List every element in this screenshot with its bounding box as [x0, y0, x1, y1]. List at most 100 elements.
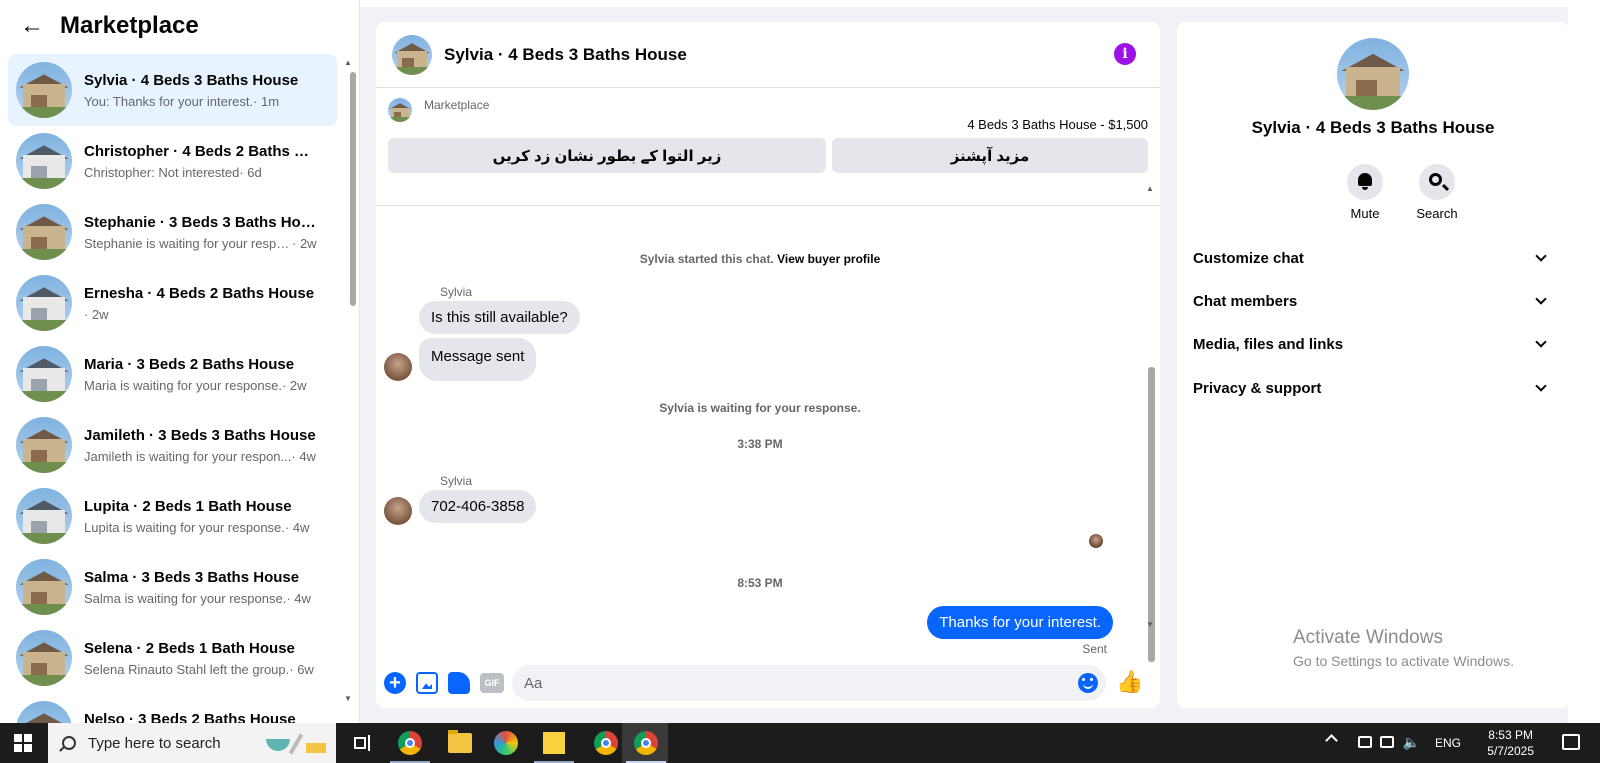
conversation-preview: You: Thanks for your interest.	[84, 93, 254, 109]
conversation-time: · 2w	[84, 306, 109, 322]
activation-watermark: Activate Windows Go to Settings to activ…	[1293, 627, 1514, 669]
chat-scroll-up-arrow[interactable]: ▲	[1146, 184, 1154, 193]
conversation-item[interactable]: Lupita · 2 Beds 1 Bath House Lupita is wa…	[8, 480, 337, 552]
message-bubble[interactable]: Is this still available?	[419, 301, 580, 334]
section-label: Privacy & support	[1193, 379, 1322, 397]
gif-icon[interactable]: GIF	[480, 673, 504, 693]
search-button[interactable]: Search	[1407, 164, 1467, 221]
conversation-preview: Maria is waiting for your response.	[84, 377, 282, 393]
section-chat-members[interactable]: Chat members	[1193, 281, 1553, 321]
chrome-icon[interactable]	[398, 731, 422, 755]
section-privacy-support[interactable]: Privacy & support	[1193, 368, 1553, 408]
photo-icon[interactable]	[416, 672, 438, 694]
sticker-icon[interactable]	[448, 672, 470, 694]
conversation-title: Salma · 3 Beds 3 Baths House	[84, 568, 300, 586]
message-composer: + GIF 👍	[376, 664, 1160, 708]
chrome-profile-icon[interactable]	[634, 731, 658, 755]
conversation-item[interactable]: Maria · 3 Beds 2 Baths House Maria is wai…	[8, 338, 337, 410]
conversation-time: · 2w	[292, 235, 317, 251]
message-bubble[interactable]: 702-406-3858	[419, 490, 537, 523]
chat-avatar[interactable]	[392, 34, 432, 75]
thumbs-up-icon[interactable]: 👍	[1116, 669, 1143, 695]
task-view-icon[interactable]	[348, 729, 380, 757]
conversation-preview: Stephanie is waiting for your respo...	[84, 235, 292, 251]
section-customize-chat[interactable]: Customize chat	[1193, 238, 1553, 278]
message-bubble[interactable]: Message sent	[419, 338, 537, 381]
conversation-preview: Jamileth is waiting for your respon...	[84, 448, 292, 464]
section-media-files-links[interactable]: Media, files and links	[1193, 324, 1553, 364]
chat-scrollbar-thumb[interactable]	[1148, 367, 1155, 662]
conversation-preview: Christopher: Not interested	[84, 164, 240, 180]
windows-start-icon[interactable]	[14, 734, 32, 752]
scrollbar-thumb[interactable]	[350, 72, 356, 306]
mute-button[interactable]: Mute	[1335, 164, 1395, 221]
conversation-item[interactable]: Stephanie · 3 Beds 3 Baths House Stephani…	[8, 196, 337, 268]
taskbar-search[interactable]: Type here to search	[48, 723, 336, 763]
sender-avatar[interactable]	[384, 497, 412, 525]
file-explorer-icon[interactable]	[448, 730, 472, 753]
emoji-icon[interactable]	[1078, 673, 1098, 693]
message-input[interactable]	[512, 665, 1106, 701]
sticky-notes-icon[interactable]	[543, 732, 565, 754]
language-indicator[interactable]: ENG	[1435, 736, 1461, 750]
marketplace-banner: Marketplace 4 Beds 3 Baths House - $1,50…	[376, 88, 1160, 206]
conversation-avatar	[16, 417, 72, 473]
more-options-button[interactable]: مزید آپشنز	[832, 138, 1148, 173]
conversation-item[interactable]: Selena · 2 Beds 1 Bath House Selena Rinau…	[8, 622, 337, 694]
paint-icon[interactable]	[494, 731, 518, 755]
left-header: ← Marketplace	[0, 0, 359, 52]
volume-icon[interactable]: 🔈	[1403, 734, 1420, 751]
network-icon[interactable]	[1380, 736, 1394, 748]
chevron-up-icon[interactable]	[1325, 734, 1338, 747]
listing-thumbnail[interactable]	[388, 98, 412, 122]
chrome-icon[interactable]	[594, 731, 618, 755]
conversation-item[interactable]: Christopher · 4 Beds 2 Baths House Christ…	[8, 125, 337, 197]
chat-panel: Sylvia · 4 Beds 3 Baths House i Marketpl…	[376, 22, 1160, 708]
conversation-time: · 2w	[281, 377, 307, 393]
top-strip	[360, 0, 1600, 7]
conversation-time: · 4w	[291, 448, 316, 464]
message-thread: Sylvia started this chat. View buyer pro…	[376, 206, 1160, 664]
conversation-item[interactable]: Salma · 3 Beds 3 Baths House Salma is wai…	[8, 551, 337, 623]
clock[interactable]: 8:53 PM 5/7/2025	[1487, 727, 1534, 759]
chat-title[interactable]: Sylvia · 4 Beds 3 Baths House	[444, 45, 687, 65]
clock-time: 8:53 PM	[1488, 728, 1533, 742]
listing-title[interactable]: 4 Beds 3 Baths House - $1,500	[967, 117, 1148, 132]
conversation-avatar	[16, 204, 72, 260]
conversation-item[interactable]: Jamileth · 3 Beds 3 Baths House Jamileth …	[8, 409, 337, 481]
mark-pending-button[interactable]: زیر التوا کے بطور نشان زد کریں	[388, 138, 826, 173]
scroll-down-arrow[interactable]: ▼	[344, 694, 352, 703]
back-arrow-icon[interactable]: ←	[20, 14, 44, 38]
chevron-down-icon	[1535, 293, 1547, 305]
conversation-avatar	[16, 701, 72, 723]
view-buyer-profile-link[interactable]: View buyer profile	[777, 252, 880, 266]
conversation-time: · 6w	[289, 661, 314, 677]
marketplace-label: Marketplace	[424, 98, 490, 112]
plus-icon[interactable]: +	[384, 672, 406, 694]
bell-icon	[1358, 173, 1372, 190]
chat-scroll-down-arrow[interactable]: ▼	[1146, 620, 1154, 629]
scroll-up-arrow[interactable]: ▲	[344, 58, 352, 67]
profile-avatar[interactable]	[1337, 38, 1409, 110]
timestamp: 8:53 PM	[737, 576, 783, 590]
search-icon	[1429, 173, 1442, 186]
notification-icon[interactable]	[1562, 734, 1580, 750]
sender-avatar[interactable]	[384, 353, 412, 381]
outgoing-message-bubble[interactable]: Thanks for your interest.	[927, 606, 1113, 639]
conversation-title: Lupita · 2 Beds 1 Bath House	[84, 497, 292, 515]
search-highlight-icon	[266, 733, 326, 755]
info-icon[interactable]: i	[1114, 43, 1136, 65]
conversation-list-panel: ← Marketplace Sylvia · 4 Beds 3 Baths Ho…	[0, 0, 360, 723]
chevron-down-icon	[1535, 336, 1547, 348]
conversation-item[interactable]: Nelso · 3 Beds 2 Baths House	[8, 693, 337, 723]
conversation-title: Nelso · 3 Beds 2 Baths House	[84, 710, 296, 724]
clock-date: 5/7/2025	[1487, 744, 1534, 758]
meet-icon[interactable]	[1358, 736, 1372, 748]
conversation-item[interactable]: Sylvia · 4 Beds 3 Baths House You: Thanks…	[8, 54, 337, 126]
system-tray: 🔈 ENG 8:53 PM 5/7/2025	[1300, 723, 1600, 763]
conversation-item[interactable]: Ernesha · 4 Beds 2 Baths House · 2w	[8, 267, 337, 339]
section-label: Media, files and links	[1193, 335, 1344, 353]
conversation-avatar	[16, 488, 72, 544]
conversation-title: Maria · 3 Beds 2 Baths House	[84, 355, 295, 373]
chat-header: Sylvia · 4 Beds 3 Baths House i	[376, 22, 1160, 88]
